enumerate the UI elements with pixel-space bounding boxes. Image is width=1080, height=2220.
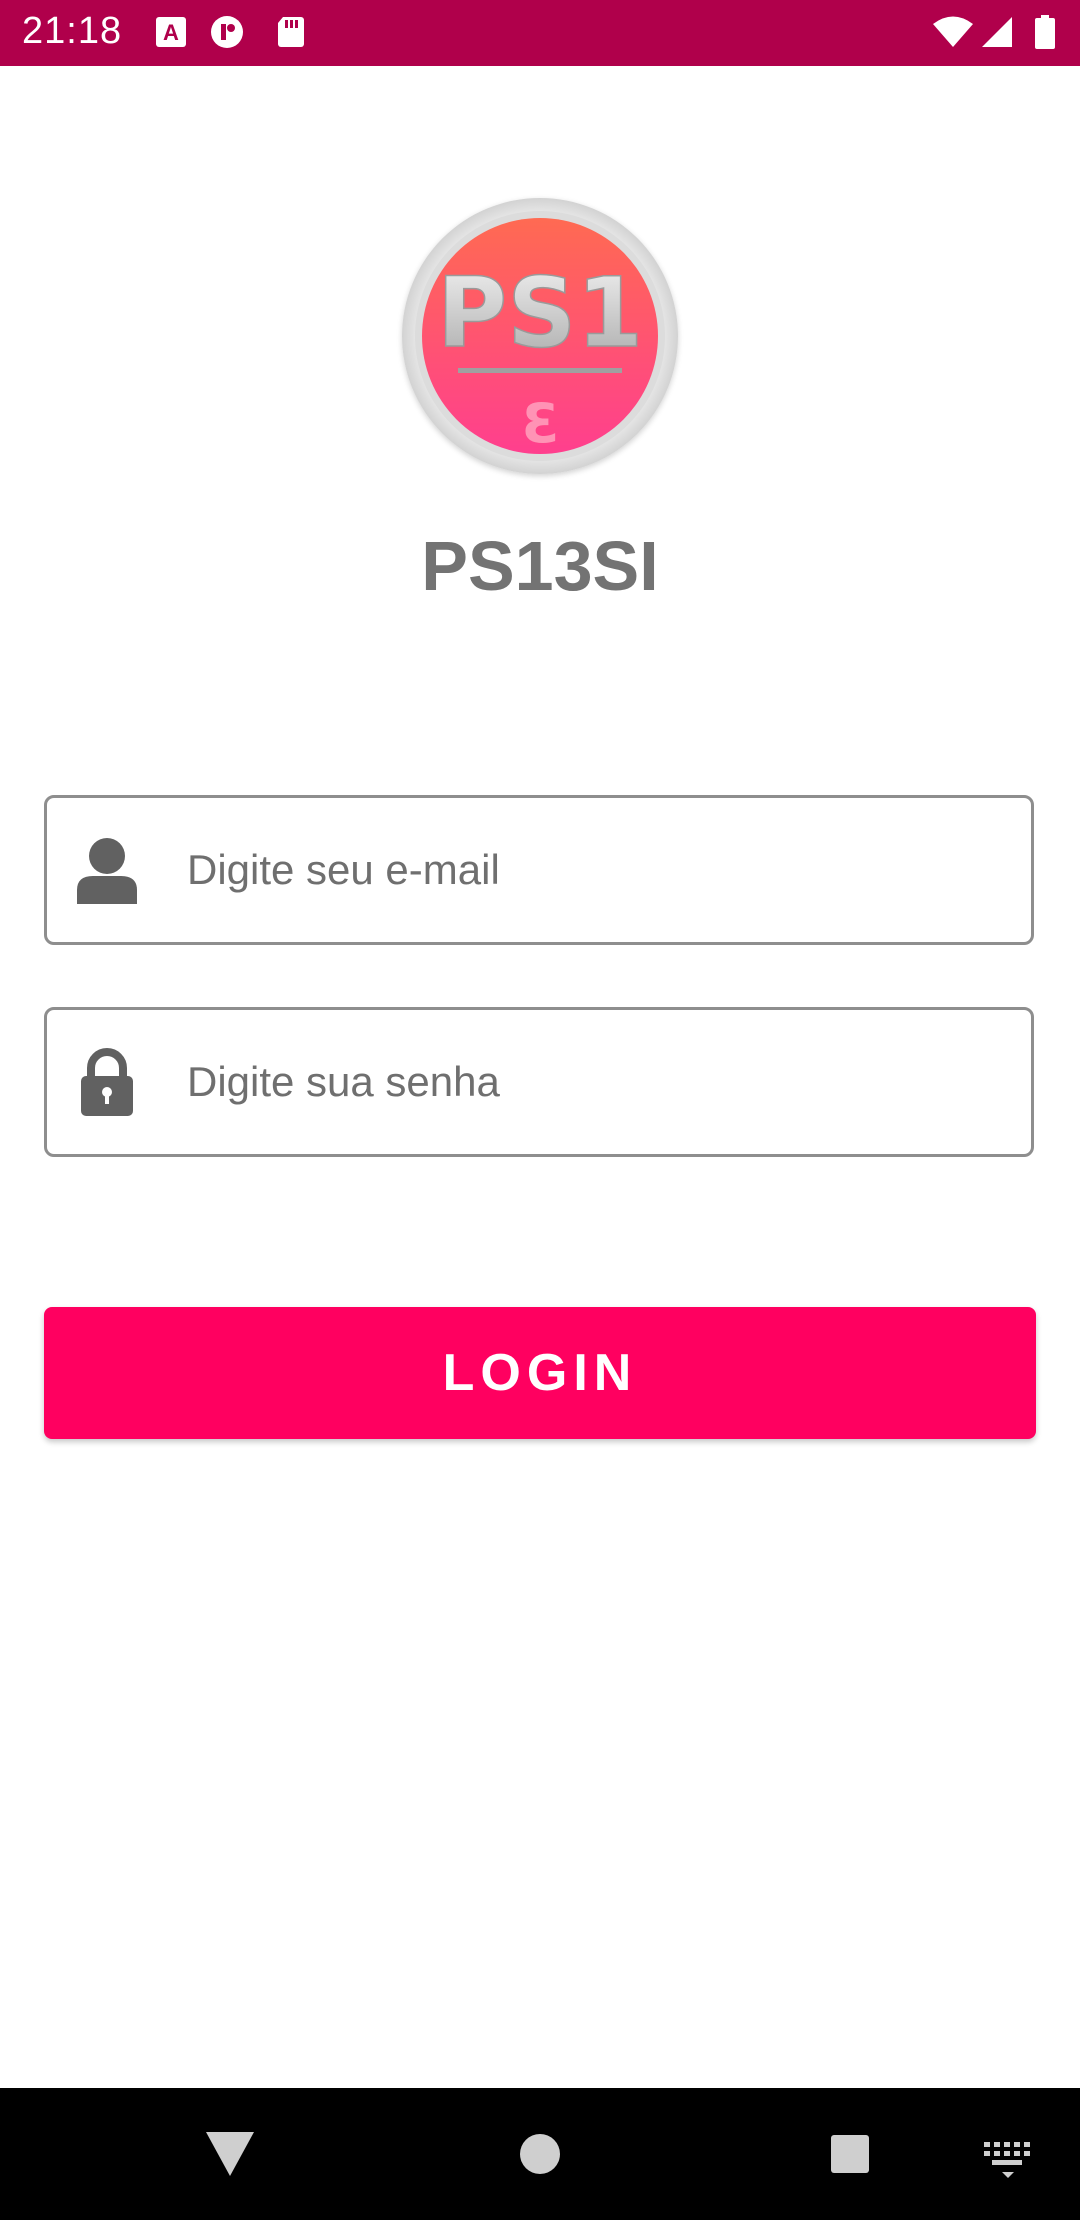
app-logo: PS1 3 [402, 198, 678, 474]
sd-card-icon [274, 15, 308, 49]
email-input[interactable] [187, 818, 1007, 922]
svg-text:A: A [163, 20, 179, 45]
logo-text-top: PS1 [437, 257, 643, 369]
user-icon [75, 836, 139, 906]
recents-icon[interactable] [820, 2124, 880, 2184]
navigation-bar [0, 2088, 1080, 2220]
vpn-key-icon [210, 15, 244, 49]
email-field-container[interactable] [44, 795, 1034, 945]
status-time: 21:18 [22, 10, 123, 52]
back-icon[interactable] [200, 2124, 260, 2184]
keyboard-icon[interactable] [980, 2124, 1036, 2184]
status-bar: 21:18 A [0, 0, 1080, 66]
login-button[interactable]: LOGIN [44, 1307, 1036, 1439]
lock-icon [75, 1048, 139, 1118]
wifi-icon [932, 15, 974, 49]
logo-text-bottom: 3 [521, 392, 559, 455]
password-input[interactable] [187, 1030, 1007, 1134]
password-field-container[interactable] [44, 1007, 1034, 1157]
home-icon[interactable] [510, 2124, 570, 2184]
a-notification-icon: A [154, 15, 188, 49]
battery-icon [1034, 15, 1056, 49]
signal-icon [980, 15, 1014, 49]
app-title: PS13SI [421, 527, 659, 605]
